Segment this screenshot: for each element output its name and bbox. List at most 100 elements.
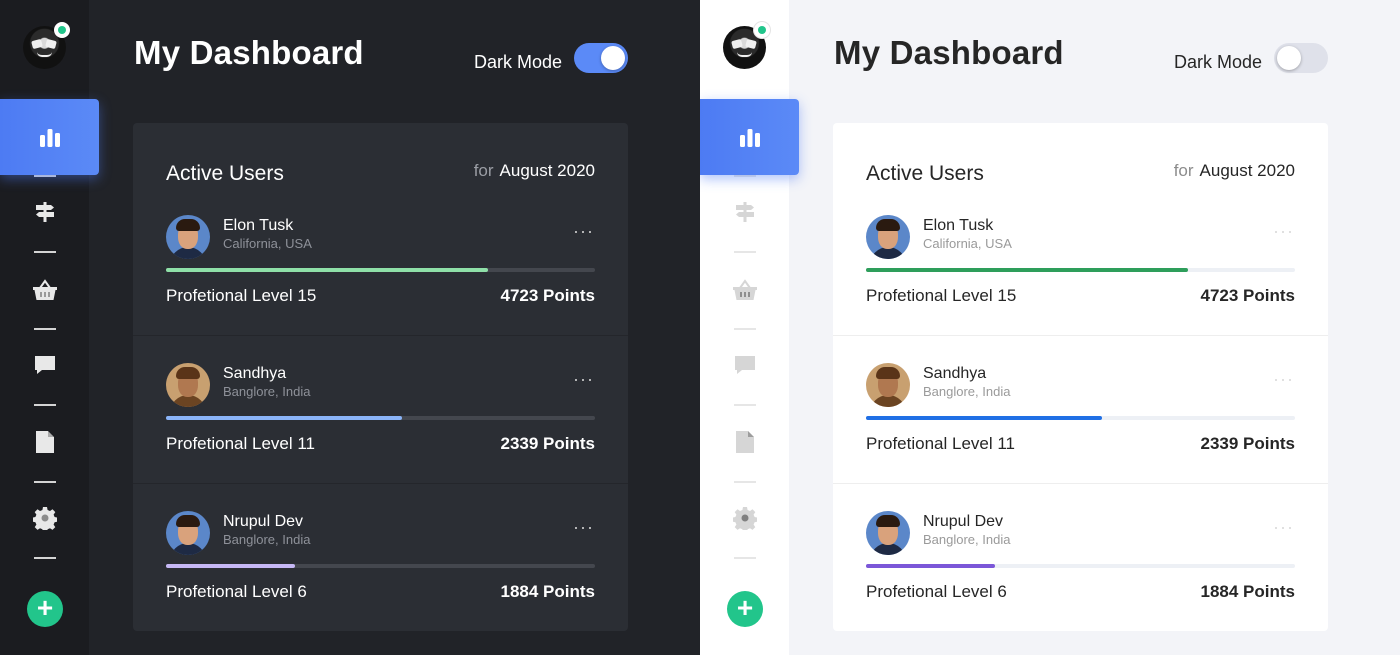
sidebar-item-basket[interactable] [700, 270, 789, 310]
progress-fill [866, 564, 995, 568]
card-title: Active Users [166, 162, 284, 185]
more-options-button[interactable]: ··· [573, 517, 594, 538]
period-prefix: for [1173, 161, 1194, 180]
user-points: 4723 Points [1200, 286, 1296, 305]
user-level: Profetional Level 15 [166, 286, 317, 305]
bar-chart-icon [39, 127, 61, 147]
sidebar-divider [734, 481, 756, 483]
progress-track [866, 416, 1295, 420]
online-status-dot [754, 22, 770, 38]
toggle-knob [601, 46, 625, 70]
more-options-button[interactable]: ··· [1273, 517, 1294, 538]
signpost-icon [33, 200, 57, 224]
user-points: 4723 Points [500, 286, 596, 305]
period-label: for August 2020 [474, 161, 595, 181]
sidebar-item-chat[interactable] [0, 345, 89, 385]
user-location: Banglore, India [223, 384, 311, 399]
document-icon [735, 430, 755, 454]
user-name: Sandhya [223, 365, 287, 382]
more-options-button[interactable]: ··· [573, 369, 594, 390]
card-header: Active Users for August 2020 [133, 123, 628, 185]
progress-track [166, 416, 595, 420]
progress-fill [866, 416, 1102, 420]
user-name: Nrupul Dev [223, 513, 304, 530]
dark-mode-toggle[interactable] [574, 43, 628, 73]
add-button[interactable]: + [727, 591, 763, 627]
user-name: Elon Tusk [923, 217, 994, 234]
card-title: Active Users [866, 162, 984, 185]
sidebar-item-signpost[interactable] [700, 192, 789, 232]
main-content: My Dashboard Dark Mode Active Users for Augu… [89, 0, 700, 655]
user-name: Elon Tusk [223, 217, 294, 234]
dark-mode-label: Dark Mode [1174, 52, 1263, 72]
progress-fill [866, 268, 1188, 272]
user-row: Nrupul Dev Banglore, India ··· Profetional … [133, 483, 628, 631]
user-points: 2339 Points [500, 434, 596, 453]
profile-avatar[interactable] [23, 22, 70, 69]
progress-track [866, 268, 1295, 272]
sidebar-item-bar-chart[interactable] [700, 99, 799, 175]
progress-track [166, 564, 595, 568]
document-icon [35, 430, 55, 454]
user-location: California, USA [223, 236, 312, 251]
sidebar-divider [34, 251, 56, 253]
sidebar-item-gear[interactable] [700, 498, 789, 538]
period-label: for August 2020 [1174, 161, 1295, 181]
active-users-card: Active Users for August 2020 Elon Tusk Calif… [833, 123, 1328, 631]
progress-fill [166, 416, 402, 420]
user-level: Profetional Level 6 [866, 582, 1007, 601]
sidebar-divider [34, 481, 56, 483]
user-row: Nrupul Dev Banglore, India ··· Profetional … [833, 483, 1328, 631]
sidebar-item-document[interactable] [700, 422, 789, 462]
gear-icon [32, 506, 57, 530]
user-avatar [866, 511, 910, 555]
period-month: August 2020 [1199, 161, 1295, 180]
dark-mode-label: Dark Mode [474, 52, 563, 72]
chat-icon [33, 353, 57, 377]
sidebar-item-gear[interactable] [0, 498, 89, 538]
sidebar-item-document[interactable] [0, 422, 89, 462]
user-row: Elon Tusk California, USA ··· Profetional L… [133, 188, 628, 336]
profile-avatar[interactable] [723, 22, 770, 69]
basket-icon [32, 278, 58, 302]
bar-chart-icon [739, 127, 761, 147]
user-location: Banglore, India [923, 384, 1011, 399]
progress-track [166, 268, 595, 272]
user-level: Profetional Level 6 [166, 582, 307, 601]
user-location: Banglore, India [923, 532, 1011, 547]
more-options-button[interactable]: ··· [1273, 221, 1294, 242]
period-month: August 2020 [499, 161, 595, 180]
user-avatar [166, 215, 210, 259]
add-button[interactable]: + [27, 591, 63, 627]
sidebar-divider [734, 328, 756, 330]
page-title: My Dashboard [134, 34, 364, 71]
sidebar-divider [734, 404, 756, 406]
sidebar-divider [734, 557, 756, 559]
sidebar-item-bar-chart[interactable] [0, 99, 99, 175]
sidebar-item-chat[interactable] [700, 345, 789, 385]
period-prefix: for [473, 161, 494, 180]
user-points: 2339 Points [1200, 434, 1296, 453]
progress-track [866, 564, 1295, 568]
user-avatar [866, 363, 910, 407]
toggle-knob [1277, 46, 1301, 70]
sidebar-divider [34, 328, 56, 330]
user-level: Profetional Level 11 [866, 434, 1016, 453]
user-name: Sandhya [923, 365, 987, 382]
dark-mode-toggle[interactable] [1274, 43, 1328, 73]
sidebar: + [0, 0, 99, 655]
card-header: Active Users for August 2020 [833, 123, 1328, 185]
progress-fill [166, 268, 488, 272]
sidebar-item-basket[interactable] [0, 270, 89, 310]
user-row: Sandhya Banglore, India ··· Profetional Lev… [133, 335, 628, 483]
user-level: Profetional Level 11 [166, 434, 316, 453]
user-points: 1884 Points [1200, 582, 1296, 601]
sidebar-divider [734, 251, 756, 253]
more-options-button[interactable]: ··· [1273, 369, 1294, 390]
online-status-dot [54, 22, 70, 38]
user-name: Nrupul Dev [923, 513, 1004, 530]
more-options-button[interactable]: ··· [573, 221, 594, 242]
signpost-icon [733, 200, 757, 224]
sidebar-item-signpost[interactable] [0, 192, 89, 232]
sidebar-divider [34, 404, 56, 406]
